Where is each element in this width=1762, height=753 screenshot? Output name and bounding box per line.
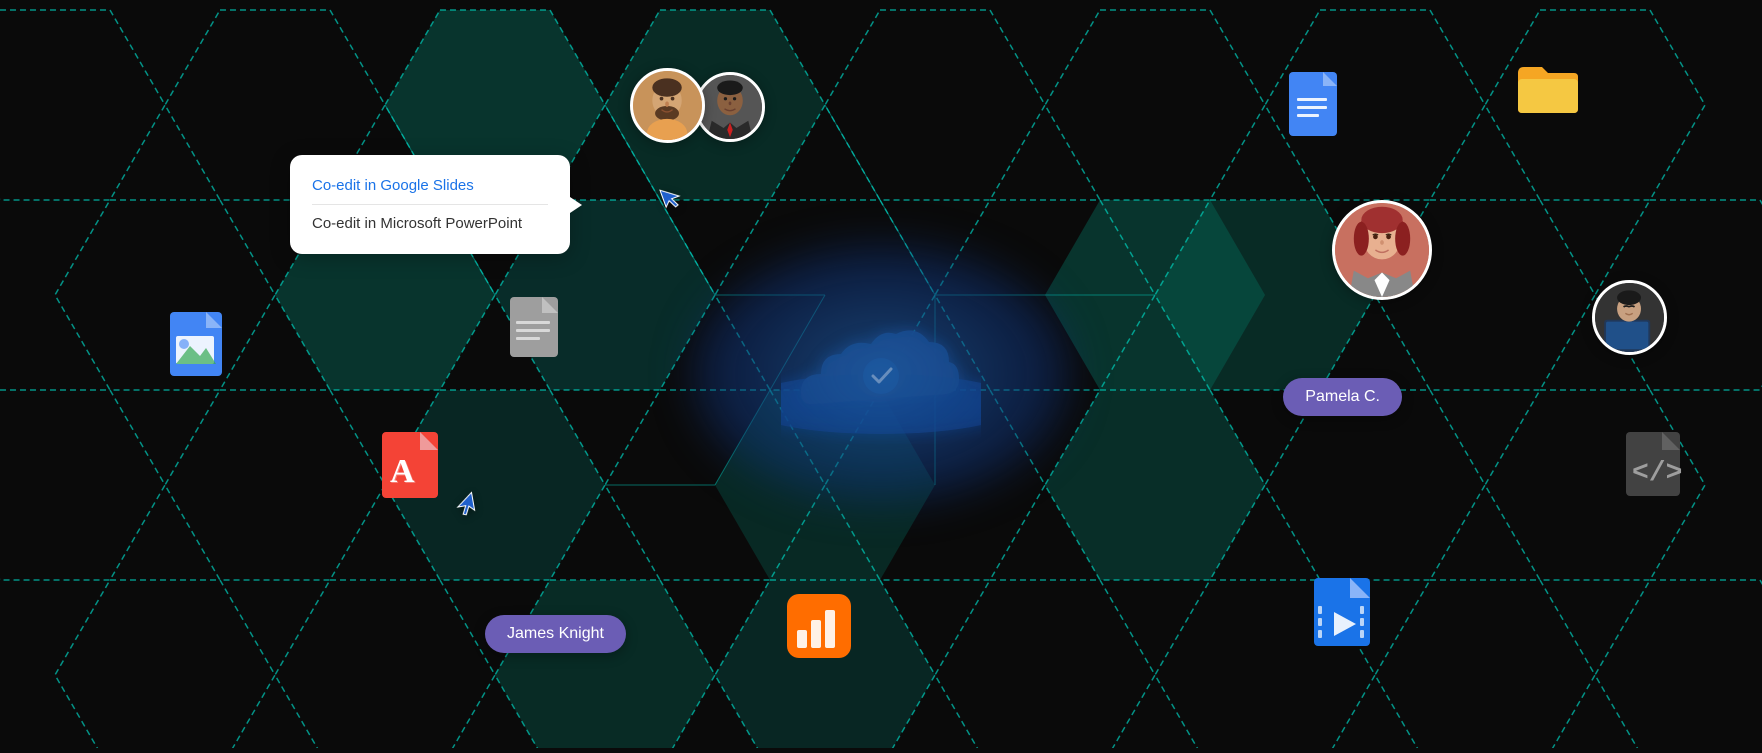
context-menu-popup: Co-edit in Google Slides Co-edit in Micr… — [290, 155, 570, 254]
image-document-icon — [168, 310, 224, 378]
folder-icon — [1514, 58, 1582, 116]
menu-divider — [312, 204, 548, 205]
avatar-person1 — [630, 68, 705, 143]
cloud-center — [721, 264, 1041, 484]
cloud-glow — [691, 244, 1071, 504]
avatar-person3 — [1332, 200, 1432, 300]
slides-icon — [1312, 576, 1372, 648]
cursor-arrow-2 — [447, 488, 481, 527]
svg-text:</>: </> — [1632, 458, 1682, 489]
code-icon: </> — [1624, 430, 1682, 498]
avatar-person2 — [695, 72, 765, 142]
avatar-person4 — [1592, 280, 1667, 355]
chart-icon — [785, 592, 853, 660]
pamela-c-badge: Pamela C. — [1283, 378, 1402, 416]
main-scene: Co-edit in Google Slides Co-edit in Micr… — [0, 0, 1762, 748]
james-knight-badge: James Knight — [485, 615, 626, 653]
svg-text:A: A — [391, 454, 416, 491]
coedit-powerpoint-option[interactable]: Co-edit in Microsoft PowerPoint — [312, 209, 548, 238]
coedit-google-slides-option[interactable]: Co-edit in Google Slides — [312, 171, 548, 200]
google-doc-icon — [1284, 68, 1342, 140]
pdf-icon: A A — [380, 430, 440, 500]
gray-document-icon — [508, 295, 560, 359]
